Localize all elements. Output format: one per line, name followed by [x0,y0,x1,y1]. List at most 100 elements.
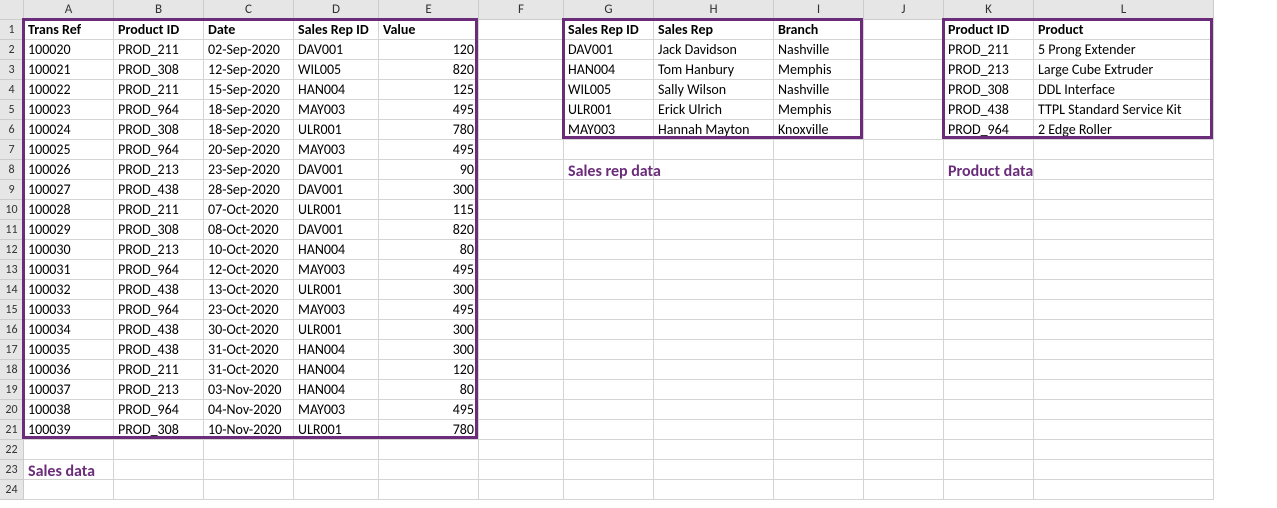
cell-D12[interactable]: HAN004 [294,240,379,260]
cell-D22[interactable] [294,440,379,460]
cell-G4[interactable]: WIL005 [564,80,654,100]
cell-I24[interactable] [774,480,864,500]
cell-D20[interactable]: MAY003 [294,400,379,420]
cell-E11[interactable]: 820 [379,220,479,240]
cell-A9[interactable]: 100027 [24,180,114,200]
cell-C18[interactable]: 31-Oct-2020 [204,360,294,380]
cell-B20[interactable]: PROD_964 [114,400,204,420]
cell-H23[interactable] [654,460,774,480]
cell-F4[interactable] [479,80,564,100]
cell-C11[interactable]: 08-Oct-2020 [204,220,294,240]
cell-L1[interactable]: Product [1034,20,1214,40]
cell-L13[interactable] [1034,260,1214,280]
cell-A2[interactable]: 100020 [24,40,114,60]
cell-F13[interactable] [479,260,564,280]
row-header-15[interactable]: 15 [0,300,24,320]
cell-D13[interactable]: MAY003 [294,260,379,280]
cell-G5[interactable]: ULR001 [564,100,654,120]
cell-H20[interactable] [654,400,774,420]
cell-grid[interactable]: Trans RefProduct IDDateSales Rep IDValue… [24,20,1214,500]
cell-L5[interactable]: TTPL Standard Service Kit [1034,100,1214,120]
cell-I19[interactable] [774,380,864,400]
cell-I2[interactable]: Nashville [774,40,864,60]
cell-B2[interactable]: PROD_211 [114,40,204,60]
cell-E20[interactable]: 495 [379,400,479,420]
cell-F8[interactable] [479,160,564,180]
cell-K7[interactable] [944,140,1034,160]
cell-D18[interactable]: HAN004 [294,360,379,380]
cell-A5[interactable]: 100023 [24,100,114,120]
cell-H15[interactable] [654,300,774,320]
cell-L17[interactable] [1034,340,1214,360]
cell-J22[interactable] [864,440,944,460]
cell-D8[interactable]: DAV001 [294,160,379,180]
cell-J12[interactable] [864,240,944,260]
cell-B4[interactable]: PROD_211 [114,80,204,100]
cell-J7[interactable] [864,140,944,160]
cell-E5[interactable]: 495 [379,100,479,120]
cell-D21[interactable]: ULR001 [294,420,379,440]
cell-K19[interactable] [944,380,1034,400]
cell-I14[interactable] [774,280,864,300]
cell-H5[interactable]: Erick Ulrich [654,100,774,120]
cell-K4[interactable]: PROD_308 [944,80,1034,100]
cell-G1[interactable]: Sales Rep ID [564,20,654,40]
row-header-13[interactable]: 13 [0,260,24,280]
row-header-18[interactable]: 18 [0,360,24,380]
cell-C20[interactable]: 04-Nov-2020 [204,400,294,420]
cell-A15[interactable]: 100033 [24,300,114,320]
cell-G23[interactable] [564,460,654,480]
cell-B7[interactable]: PROD_964 [114,140,204,160]
cell-I15[interactable] [774,300,864,320]
cell-L7[interactable] [1034,140,1214,160]
row-header-7[interactable]: 7 [0,140,24,160]
row-header-20[interactable]: 20 [0,400,24,420]
cell-H21[interactable] [654,420,774,440]
cell-D2[interactable]: DAV001 [294,40,379,60]
cell-C9[interactable]: 28-Sep-2020 [204,180,294,200]
cell-D23[interactable] [294,460,379,480]
cell-K11[interactable] [944,220,1034,240]
cell-F3[interactable] [479,60,564,80]
row-header-12[interactable]: 12 [0,240,24,260]
cell-L18[interactable] [1034,360,1214,380]
cell-J6[interactable] [864,120,944,140]
cell-F12[interactable] [479,240,564,260]
cell-H22[interactable] [654,440,774,460]
cell-C15[interactable]: 23-Oct-2020 [204,300,294,320]
cell-D11[interactable]: DAV001 [294,220,379,240]
cell-E24[interactable] [379,480,479,500]
cell-B8[interactable]: PROD_213 [114,160,204,180]
cell-G14[interactable] [564,280,654,300]
cell-I5[interactable]: Memphis [774,100,864,120]
cell-I9[interactable] [774,180,864,200]
cell-L2[interactable]: 5 Prong Extender [1034,40,1214,60]
cell-L11[interactable] [1034,220,1214,240]
cell-I20[interactable] [774,400,864,420]
cell-J2[interactable] [864,40,944,60]
cell-H14[interactable] [654,280,774,300]
cell-F5[interactable] [479,100,564,120]
cell-E15[interactable]: 495 [379,300,479,320]
cell-E13[interactable]: 495 [379,260,479,280]
cell-L10[interactable] [1034,200,1214,220]
cell-H17[interactable] [654,340,774,360]
col-header-B[interactable]: B [114,0,204,20]
cell-F11[interactable] [479,220,564,240]
cell-E8[interactable]: 90 [379,160,479,180]
row-header-5[interactable]: 5 [0,100,24,120]
cell-G19[interactable] [564,380,654,400]
cell-B12[interactable]: PROD_213 [114,240,204,260]
cell-D19[interactable]: HAN004 [294,380,379,400]
cell-K3[interactable]: PROD_213 [944,60,1034,80]
cell-E3[interactable]: 820 [379,60,479,80]
row-header-8[interactable]: 8 [0,160,24,180]
cell-J13[interactable] [864,260,944,280]
cell-A7[interactable]: 100025 [24,140,114,160]
cell-D9[interactable]: DAV001 [294,180,379,200]
col-header-K[interactable]: K [944,0,1034,20]
row-header-11[interactable]: 11 [0,220,24,240]
col-header-I[interactable]: I [774,0,864,20]
cell-K6[interactable]: PROD_964 [944,120,1034,140]
cell-H3[interactable]: Tom Hanbury [654,60,774,80]
